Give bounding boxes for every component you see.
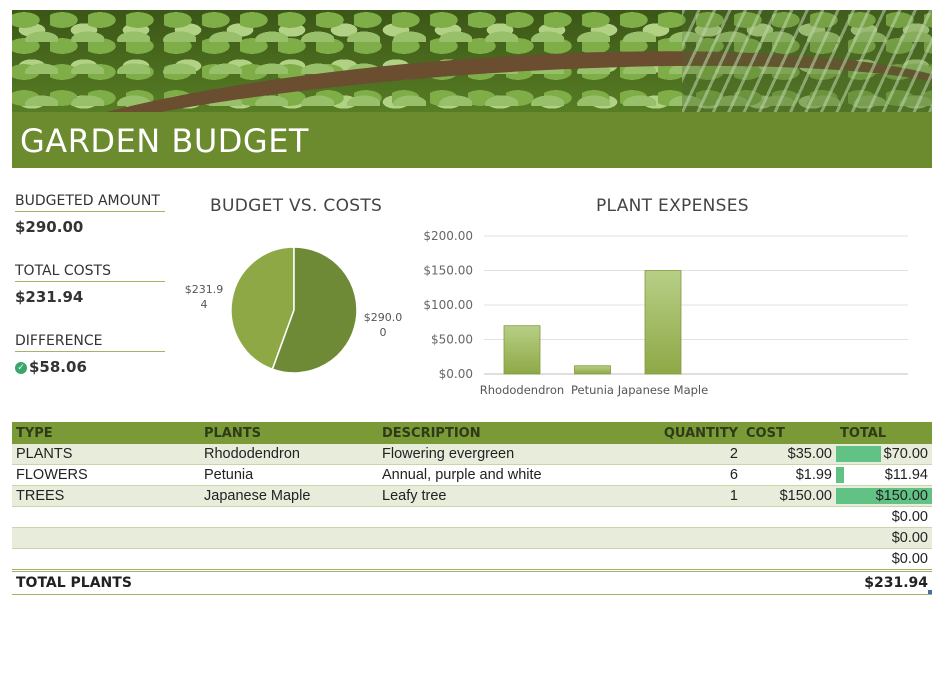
cell-quantity[interactable]: 2 xyxy=(648,444,742,465)
col-header-cost[interactable]: COST xyxy=(742,422,836,444)
cell-type[interactable] xyxy=(12,506,200,528)
cell-total[interactable]: $0.00 xyxy=(836,548,932,571)
cell-plant[interactable]: Rhododendron xyxy=(200,444,378,465)
cell-type[interactable]: TREES xyxy=(12,485,200,507)
cell-quantity[interactable] xyxy=(648,548,742,571)
cell-total[interactable]: $70.00 xyxy=(836,444,932,465)
y-tick-label: $100.00 xyxy=(423,298,473,312)
cell-cost[interactable]: $35.00 xyxy=(742,444,836,465)
cell-plant[interactable] xyxy=(200,548,378,571)
x-tick-label: Japanese Maple xyxy=(617,383,708,397)
x-tick-label: Petunia xyxy=(571,383,614,397)
table-row[interactable]: PLANTS Rhododendron Flowering evergreen … xyxy=(12,444,932,465)
plants-table: TYPE PLANTS DESCRIPTION QUANTITY COST TO… xyxy=(12,422,932,595)
cell-quantity[interactable]: 6 xyxy=(648,464,742,486)
cell-quantity[interactable] xyxy=(648,527,742,549)
y-tick-label: $50.00 xyxy=(431,333,473,347)
cell-plant[interactable] xyxy=(200,527,378,549)
cell-description[interactable]: Leafy tree xyxy=(378,485,648,507)
cell-plant[interactable]: Japanese Maple xyxy=(200,485,378,507)
total-data-bar xyxy=(836,446,881,462)
cell-total-text: $70.00 xyxy=(883,446,928,462)
cell-description[interactable] xyxy=(378,506,648,528)
cell-quantity[interactable] xyxy=(648,506,742,528)
cell-total-text: $0.00 xyxy=(891,530,928,546)
cell-type[interactable]: PLANTS xyxy=(12,444,200,465)
bar-japanese-maple xyxy=(644,270,682,375)
cell-total[interactable]: $0.00 xyxy=(836,527,932,549)
table-row[interactable]: $0.00 xyxy=(12,527,932,549)
y-tick-label: $200.00 xyxy=(423,229,473,243)
cell-total-text: $0.00 xyxy=(891,551,928,567)
cell-total[interactable]: $0.00 xyxy=(836,506,932,528)
cell-type[interactable] xyxy=(12,548,200,571)
footer-label[interactable]: TOTAL PLANTS xyxy=(12,569,836,595)
cell-description[interactable] xyxy=(378,527,648,549)
cell-plant[interactable]: Petunia xyxy=(200,464,378,486)
cell-type[interactable] xyxy=(12,527,200,549)
cell-cost[interactable] xyxy=(742,548,836,571)
cell-total-text: $0.00 xyxy=(891,509,928,525)
col-header-total[interactable]: TOTAL xyxy=(836,422,932,444)
table-row[interactable]: $0.00 xyxy=(12,548,932,571)
cell-cost[interactable] xyxy=(742,527,836,549)
footer-total[interactable]: $231.94 xyxy=(836,569,932,595)
bar-petunia xyxy=(574,365,611,375)
resize-handle-icon[interactable] xyxy=(928,590,932,594)
cell-description[interactable]: Flowering evergreen xyxy=(378,444,648,465)
col-header-quantity[interactable]: QUANTITY xyxy=(648,422,742,444)
y-tick-label: $0.00 xyxy=(439,367,473,381)
cell-total-text: $11.94 xyxy=(884,467,928,483)
cell-total-text: $150.00 xyxy=(875,488,928,504)
table-header-row: TYPE PLANTS DESCRIPTION QUANTITY COST TO… xyxy=(12,422,932,444)
cell-type[interactable]: FLOWERS xyxy=(12,464,200,486)
y-tick-label: $150.00 xyxy=(423,264,473,278)
cell-description[interactable] xyxy=(378,548,648,571)
cell-cost[interactable] xyxy=(742,506,836,528)
table-footer-row[interactable]: TOTAL PLANTS $231.94 xyxy=(12,569,932,595)
cell-description[interactable]: Annual, purple and white xyxy=(378,464,648,486)
table-row[interactable]: FLOWERS Petunia Annual, purple and white… xyxy=(12,464,932,486)
col-header-type[interactable]: TYPE xyxy=(12,422,200,444)
table-row[interactable]: TREES Japanese Maple Leafy tree 1 $150.0… xyxy=(12,485,932,507)
cell-cost[interactable]: $150.00 xyxy=(742,485,836,507)
total-data-bar xyxy=(836,467,844,483)
cell-plant[interactable] xyxy=(200,506,378,528)
bar-rhododendron xyxy=(503,325,541,375)
cell-cost[interactable]: $1.99 xyxy=(742,464,836,486)
table-row[interactable]: $0.00 xyxy=(12,506,932,528)
col-header-description[interactable]: DESCRIPTION xyxy=(378,422,648,444)
cell-total[interactable]: $11.94 xyxy=(836,464,932,486)
cell-total[interactable]: $150.00 xyxy=(836,485,932,507)
col-header-plants[interactable]: PLANTS xyxy=(200,422,378,444)
cell-quantity[interactable]: 1 xyxy=(648,485,742,507)
x-tick-label: Rhododendron xyxy=(480,383,564,397)
